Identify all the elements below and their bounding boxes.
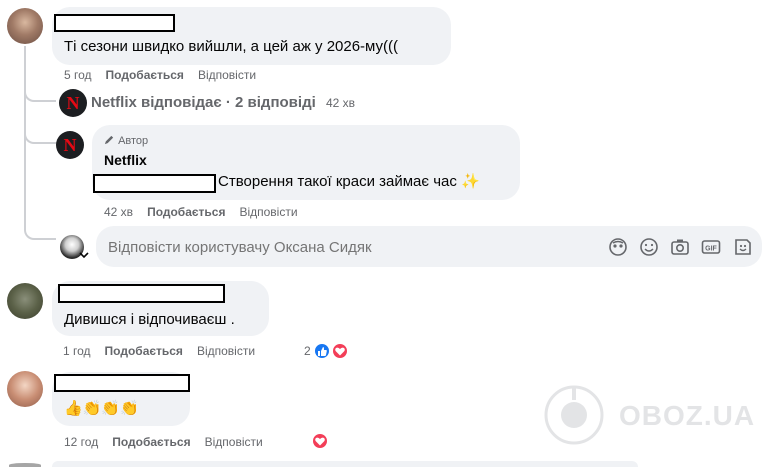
comment-actions: 5 год Подобається Відповісти <box>64 68 270 82</box>
reply-button[interactable]: Відповісти <box>205 435 263 449</box>
comment-emoji: 👍👏👏👏 <box>64 400 139 417</box>
comment-actions: 12 год Подобається Відповісти <box>64 435 277 449</box>
watermark-logo-icon <box>544 385 604 445</box>
comment-actions: 1 год Подобається Відповісти <box>63 344 269 358</box>
like-button[interactable]: Подобається <box>147 205 225 219</box>
netflix-logo-icon: N <box>66 92 80 113</box>
gif-icon[interactable]: GIF <box>701 237 721 257</box>
reply-actions: 42 хв Подобається Відповісти <box>104 205 312 219</box>
comment-time[interactable]: 1 год <box>63 344 91 358</box>
watermark-text: OBOZ.UA <box>619 400 756 431</box>
reply-input[interactable]: GIF <box>96 226 762 267</box>
reply-author[interactable]: Netflix <box>104 152 147 168</box>
reaction-summary[interactable]: 2 <box>304 342 364 362</box>
avatar-sticker-icon[interactable] <box>608 237 628 257</box>
reply-button[interactable]: Відповісти <box>239 205 297 219</box>
netflix-logo-icon: N <box>63 134 77 155</box>
comment-time[interactable]: 12 год <box>64 435 98 449</box>
netflix-replies-name: Netflix відповідає <box>91 94 222 111</box>
heart-reaction-icon <box>311 432 329 450</box>
avatar[interactable] <box>7 283 43 319</box>
reply-button[interactable]: Відповісти <box>197 344 255 358</box>
reaction-summary[interactable] <box>311 432 331 452</box>
like-reaction-icon <box>313 342 331 360</box>
comment-text: Дивишся і відпочиваєш . <box>64 311 235 328</box>
avatar[interactable] <box>7 8 43 44</box>
like-button[interactable]: Подобається <box>112 435 190 449</box>
thread-connector <box>24 86 56 102</box>
reply-time[interactable]: 42 хв <box>104 205 133 219</box>
redacted-mention <box>93 174 216 193</box>
replies-time: 42 хв <box>325 96 355 110</box>
comment-bubble: Ті сезони швидко вийшли, а цей аж у 2026… <box>52 7 451 65</box>
reply-bubble: Автор Netflix Створення такої краси займ… <box>92 125 520 200</box>
view-replies-link[interactable]: Netflix відповідає · 2 відповіді 42 хв <box>91 94 355 111</box>
watermark: OBOZ.UA <box>543 380 758 450</box>
netflix-avatar[interactable]: N <box>59 89 87 117</box>
comment-bubble: 👍👏👏👏 <box>52 372 190 426</box>
comment-bubble <box>52 461 638 467</box>
heart-reaction-icon <box>331 342 349 360</box>
redacted-author-name <box>54 374 190 392</box>
author-badge: Автор <box>104 134 148 147</box>
reply-button[interactable]: Відповісти <box>198 68 256 82</box>
emoji-icon[interactable] <box>639 237 659 257</box>
like-button[interactable]: Подобається <box>106 68 184 82</box>
comment-bubble: Дивишся і відпочиваєш . <box>52 281 269 336</box>
redacted-author-name <box>54 14 175 32</box>
pencil-icon <box>104 135 114 145</box>
chevron-down-icon[interactable] <box>79 251 89 259</box>
reply-text: Створення такої краси займає час ✨ <box>218 173 480 190</box>
thread-connector <box>24 220 56 240</box>
camera-icon[interactable] <box>670 237 690 257</box>
redacted-author-name <box>58 284 225 303</box>
avatar[interactable] <box>7 371 43 407</box>
author-badge-label: Автор <box>118 135 149 147</box>
comment-text: Ті сезони швидко вийшли, а цей аж у 2026… <box>64 38 399 55</box>
netflix-avatar[interactable]: N <box>56 131 84 159</box>
thread-connector <box>24 128 56 144</box>
comment-time[interactable]: 5 год <box>64 68 92 82</box>
reply-input-field[interactable] <box>106 235 590 259</box>
reaction-count: 2 <box>304 344 311 358</box>
avatar <box>9 463 41 467</box>
svg-text:GIF: GIF <box>705 246 717 253</box>
sticker-icon[interactable] <box>733 237 753 257</box>
like-button[interactable]: Подобається <box>105 344 183 358</box>
replies-count: 2 відповіді <box>235 94 316 111</box>
